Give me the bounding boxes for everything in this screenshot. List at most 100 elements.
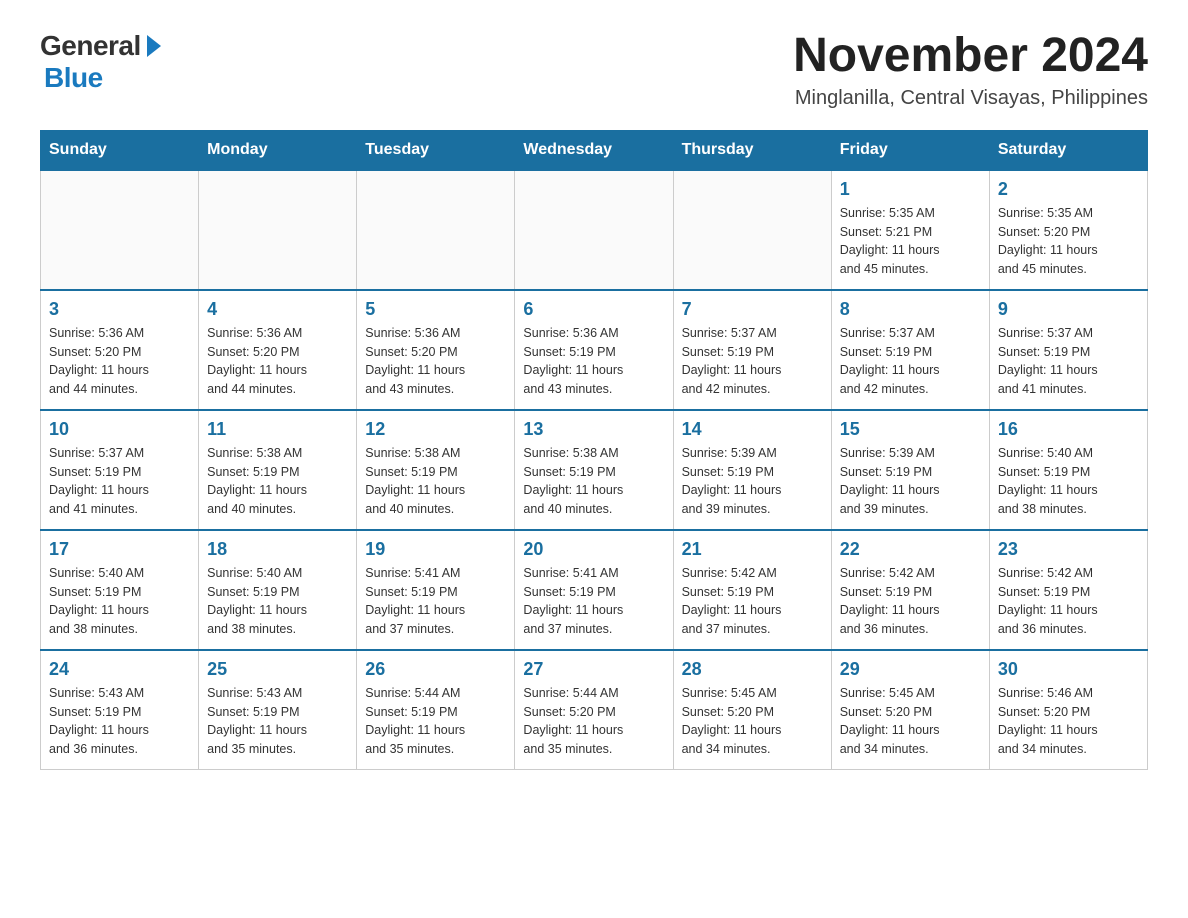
week-row-5: 24 Sunrise: 5:43 AM Sunset: 5:19 PM Dayli… [41, 650, 1148, 770]
day-number: 29 [840, 659, 981, 680]
day-info: Sunrise: 5:43 AM Sunset: 5:19 PM Dayligh… [49, 684, 190, 759]
weekday-header-saturday: Saturday [989, 130, 1147, 170]
weekday-header-wednesday: Wednesday [515, 130, 673, 170]
calendar-cell: 30 Sunrise: 5:46 AM Sunset: 5:20 PM Dayli… [989, 650, 1147, 770]
day-number: 30 [998, 659, 1139, 680]
day-number: 8 [840, 299, 981, 320]
calendar-cell: 4 Sunrise: 5:36 AM Sunset: 5:20 PM Daylig… [199, 290, 357, 410]
calendar-cell: 29 Sunrise: 5:45 AM Sunset: 5:20 PM Dayli… [831, 650, 989, 770]
day-number: 4 [207, 299, 348, 320]
day-info: Sunrise: 5:42 AM Sunset: 5:19 PM Dayligh… [682, 564, 823, 639]
calendar-cell: 13 Sunrise: 5:38 AM Sunset: 5:19 PM Dayli… [515, 410, 673, 530]
day-info: Sunrise: 5:40 AM Sunset: 5:19 PM Dayligh… [998, 444, 1139, 519]
calendar-cell: 21 Sunrise: 5:42 AM Sunset: 5:19 PM Dayli… [673, 530, 831, 650]
logo-arrow-icon [147, 35, 161, 57]
day-number: 9 [998, 299, 1139, 320]
logo: General Blue [40, 30, 161, 94]
day-info: Sunrise: 5:36 AM Sunset: 5:20 PM Dayligh… [49, 324, 190, 399]
logo-blue-text: Blue [44, 62, 103, 94]
day-number: 15 [840, 419, 981, 440]
calendar-cell: 3 Sunrise: 5:36 AM Sunset: 5:20 PM Daylig… [41, 290, 199, 410]
day-info: Sunrise: 5:42 AM Sunset: 5:19 PM Dayligh… [840, 564, 981, 639]
day-number: 24 [49, 659, 190, 680]
week-row-1: 1 Sunrise: 5:35 AM Sunset: 5:21 PM Daylig… [41, 170, 1148, 290]
location-title: Minglanilla, Central Visayas, Philippine… [793, 87, 1148, 110]
day-number: 1 [840, 179, 981, 200]
calendar-cell: 22Sunrise: 5:42 AM Sunset: 5:19 PM Dayli… [831, 530, 989, 650]
calendar-cell [673, 170, 831, 290]
calendar-cell: 6 Sunrise: 5:36 AM Sunset: 5:19 PM Daylig… [515, 290, 673, 410]
day-info: Sunrise: 5:41 AM Sunset: 5:19 PM Dayligh… [365, 564, 506, 639]
day-number: 16 [998, 419, 1139, 440]
weekday-header-row: SundayMondayTuesdayWednesdayThursdayFrid… [41, 130, 1148, 170]
day-info: Sunrise: 5:35 AM Sunset: 5:20 PM Dayligh… [998, 204, 1139, 279]
day-info: Sunrise: 5:37 AM Sunset: 5:19 PM Dayligh… [682, 324, 823, 399]
calendar-cell: 12Sunrise: 5:38 AM Sunset: 5:19 PM Dayli… [357, 410, 515, 530]
day-info: Sunrise: 5:40 AM Sunset: 5:19 PM Dayligh… [207, 564, 348, 639]
month-title: November 2024 [793, 30, 1148, 83]
calendar-cell: 10 Sunrise: 5:37 AM Sunset: 5:19 PM Dayli… [41, 410, 199, 530]
day-number: 27 [523, 659, 664, 680]
day-number: 7 [682, 299, 823, 320]
day-info: Sunrise: 5:37 AM Sunset: 5:19 PM Dayligh… [998, 324, 1139, 399]
calendar-cell: 8 Sunrise: 5:37 AM Sunset: 5:19 PM Daylig… [831, 290, 989, 410]
calendar-cell: 7 Sunrise: 5:37 AM Sunset: 5:19 PM Daylig… [673, 290, 831, 410]
day-info: Sunrise: 5:36 AM Sunset: 5:20 PM Dayligh… [207, 324, 348, 399]
day-info: Sunrise: 5:43 AM Sunset: 5:19 PM Dayligh… [207, 684, 348, 759]
weekday-header-thursday: Thursday [673, 130, 831, 170]
calendar-cell: 20 Sunrise: 5:41 AM Sunset: 5:19 PM Dayli… [515, 530, 673, 650]
day-number: 2 [998, 179, 1139, 200]
week-row-3: 10 Sunrise: 5:37 AM Sunset: 5:19 PM Dayli… [41, 410, 1148, 530]
day-number: 5 [365, 299, 506, 320]
day-number: 6 [523, 299, 664, 320]
day-number: 13 [523, 419, 664, 440]
calendar-cell: 9 Sunrise: 5:37 AM Sunset: 5:19 PM Daylig… [989, 290, 1147, 410]
day-info: Sunrise: 5:38 AM Sunset: 5:19 PM Dayligh… [523, 444, 664, 519]
day-info: Sunrise: 5:46 AM Sunset: 5:20 PM Dayligh… [998, 684, 1139, 759]
day-number: 21 [682, 539, 823, 560]
day-number: 10 [49, 419, 190, 440]
weekday-header-tuesday: Tuesday [357, 130, 515, 170]
calendar-cell [41, 170, 199, 290]
calendar-cell: 17Sunrise: 5:40 AM Sunset: 5:19 PM Dayli… [41, 530, 199, 650]
day-info: Sunrise: 5:44 AM Sunset: 5:20 PM Dayligh… [523, 684, 664, 759]
day-info: Sunrise: 5:38 AM Sunset: 5:19 PM Dayligh… [207, 444, 348, 519]
day-info: Sunrise: 5:45 AM Sunset: 5:20 PM Dayligh… [840, 684, 981, 759]
calendar-cell [199, 170, 357, 290]
weekday-header-monday: Monday [199, 130, 357, 170]
calendar-cell: 26 Sunrise: 5:44 AM Sunset: 5:19 PM Dayli… [357, 650, 515, 770]
calendar-cell: 19Sunrise: 5:41 AM Sunset: 5:19 PM Dayli… [357, 530, 515, 650]
calendar-table: SundayMondayTuesdayWednesdayThursdayFrid… [40, 130, 1148, 770]
week-row-2: 3 Sunrise: 5:36 AM Sunset: 5:20 PM Daylig… [41, 290, 1148, 410]
day-number: 28 [682, 659, 823, 680]
calendar-cell: 2 Sunrise: 5:35 AM Sunset: 5:20 PM Daylig… [989, 170, 1147, 290]
day-number: 3 [49, 299, 190, 320]
day-info: Sunrise: 5:37 AM Sunset: 5:19 PM Dayligh… [49, 444, 190, 519]
calendar-cell [357, 170, 515, 290]
day-info: Sunrise: 5:42 AM Sunset: 5:19 PM Dayligh… [998, 564, 1139, 639]
day-number: 17 [49, 539, 190, 560]
calendar-cell [515, 170, 673, 290]
day-info: Sunrise: 5:39 AM Sunset: 5:19 PM Dayligh… [840, 444, 981, 519]
day-number: 11 [207, 419, 348, 440]
calendar-cell: 14Sunrise: 5:39 AM Sunset: 5:19 PM Dayli… [673, 410, 831, 530]
calendar-cell: 5Sunrise: 5:36 AM Sunset: 5:20 PM Daylig… [357, 290, 515, 410]
day-info: Sunrise: 5:41 AM Sunset: 5:19 PM Dayligh… [523, 564, 664, 639]
day-number: 23 [998, 539, 1139, 560]
logo-general-text: General [40, 30, 141, 62]
day-number: 12 [365, 419, 506, 440]
day-info: Sunrise: 5:44 AM Sunset: 5:19 PM Dayligh… [365, 684, 506, 759]
day-info: Sunrise: 5:35 AM Sunset: 5:21 PM Dayligh… [840, 204, 981, 279]
page-header: General Blue November 2024 Minglanilla, … [40, 30, 1148, 110]
week-row-4: 17 Sunrise: 5:40 AM Sunset: 5:19 PM Dayli… [41, 530, 1148, 650]
calendar-cell: 27 Sunrise: 5:44 AM Sunset: 5:20 PM Dayli… [515, 650, 673, 770]
day-number: 26 [365, 659, 506, 680]
day-info: Sunrise: 5:36 AM Sunset: 5:19 PM Dayligh… [523, 324, 664, 399]
day-info: Sunrise: 5:37 AM Sunset: 5:19 PM Dayligh… [840, 324, 981, 399]
calendar-cell: 18Sunrise: 5:40 AM Sunset: 5:19 PM Dayli… [199, 530, 357, 650]
calendar-cell: 1 Sunrise: 5:35 AM Sunset: 5:21 PM Daylig… [831, 170, 989, 290]
day-number: 25 [207, 659, 348, 680]
day-number: 20 [523, 539, 664, 560]
calendar-cell: 28Sunrise: 5:45 AM Sunset: 5:20 PM Dayli… [673, 650, 831, 770]
calendar-cell: 11 Sunrise: 5:38 AM Sunset: 5:19 PM Dayli… [199, 410, 357, 530]
